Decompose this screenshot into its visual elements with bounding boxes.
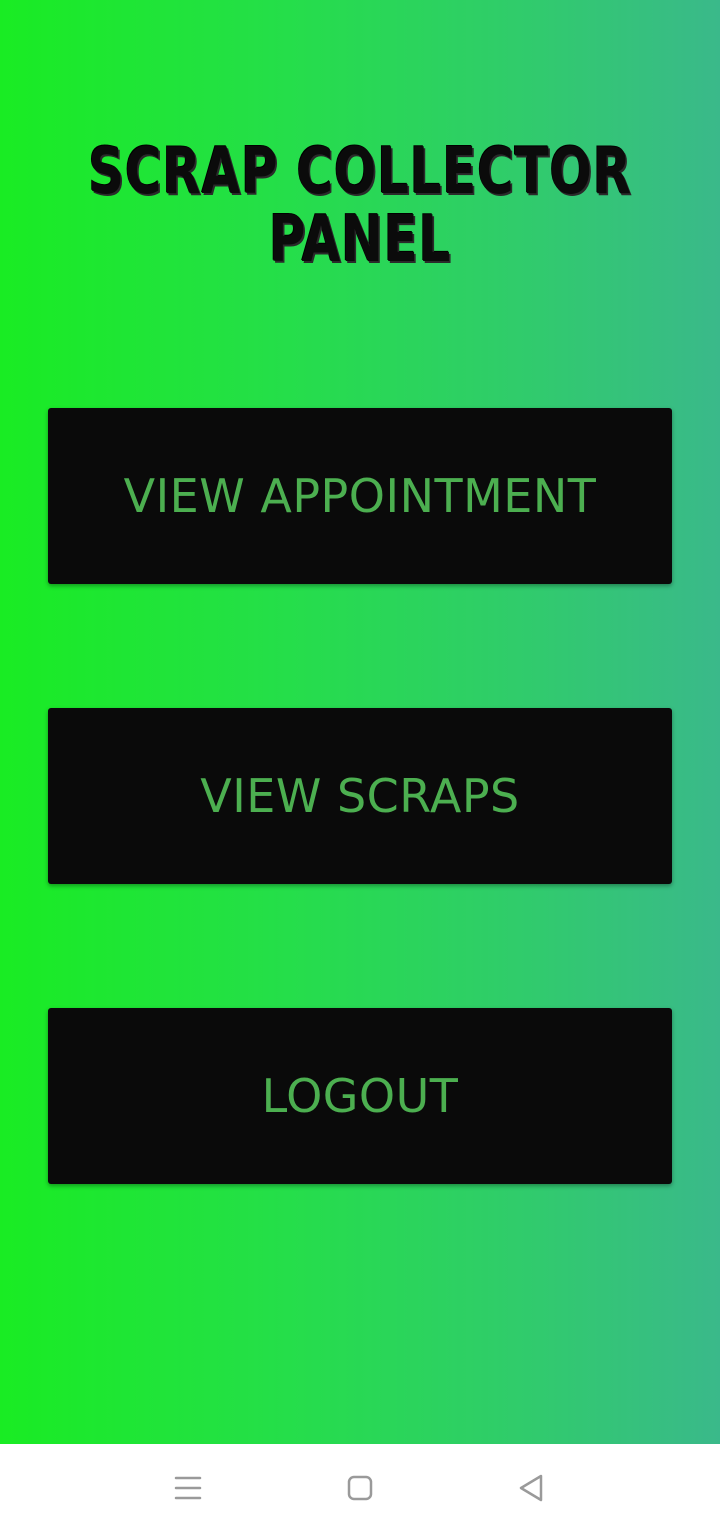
back-button[interactable]: [491, 1444, 571, 1531]
title-line-1: SCRAP COLLECTOR: [88, 135, 632, 209]
back-icon: [519, 1474, 543, 1501]
system-navigation-bar: [0, 1444, 720, 1531]
page-title: SCRAP COLLECTOR PANEL: [79, 138, 641, 274]
menu-icon: [174, 1476, 202, 1499]
title-line-2: PANEL: [268, 203, 452, 277]
view-scraps-button[interactable]: VIEW SCRAPS: [48, 708, 672, 884]
logout-button[interactable]: LOGOUT: [48, 1008, 672, 1184]
home-icon: [347, 1475, 373, 1500]
view-appointment-button[interactable]: VIEW APPOINTMENT: [48, 408, 672, 584]
app-screen: SCRAP COLLECTOR PANEL VIEW APPOINTMENT V…: [0, 0, 720, 1444]
recent-apps-button[interactable]: [148, 1444, 228, 1531]
home-button[interactable]: [320, 1444, 400, 1531]
